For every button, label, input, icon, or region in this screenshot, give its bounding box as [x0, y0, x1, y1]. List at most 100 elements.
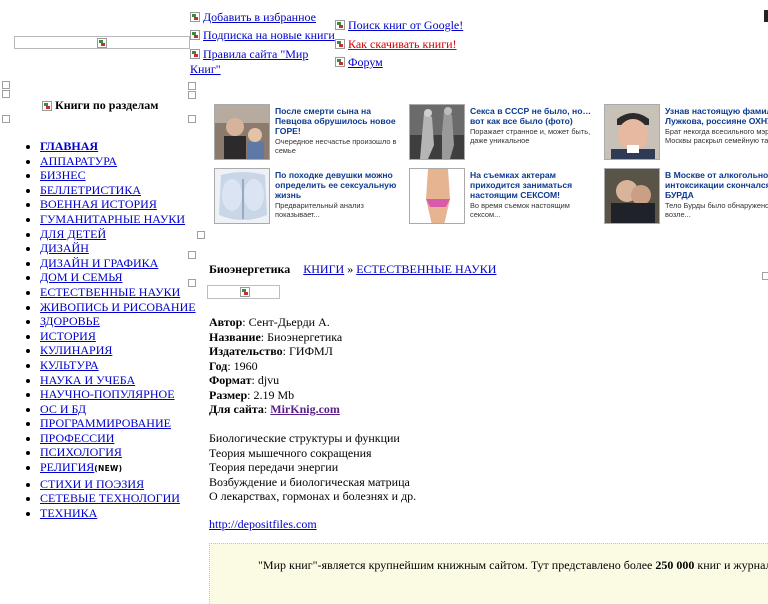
ad-headline[interactable]: В Москве от алкогольной интоксикации ско… [665, 170, 768, 200]
category-item: Наука и учеба [40, 373, 200, 388]
forum-link[interactable]: Форум [335, 55, 383, 69]
category-link[interactable]: Дизайн [40, 241, 89, 255]
category-item: Дизайн и графика [40, 256, 200, 271]
ad-thumbnail[interactable] [409, 168, 465, 224]
category-link[interactable]: Кулинария [40, 343, 112, 357]
google-icon [335, 20, 345, 30]
book-contents: Биологические структуры и функции Теория… [209, 431, 416, 504]
publisher-row: Издательство: ГИФМЛ [209, 344, 333, 358]
ad-thumbnail[interactable] [214, 104, 270, 160]
category-link[interactable]: Научно-популярное [40, 387, 175, 401]
category-item: Техника [40, 506, 200, 521]
ad-description: Во время съемок настоящим сексом... [470, 201, 570, 219]
spacer-image [2, 81, 10, 89]
breadcrumb-books-link[interactable]: КНИГИ [303, 262, 344, 276]
broken-image-icon [97, 38, 107, 48]
category-link[interactable]: Бизнес [40, 168, 86, 182]
category-item: Для детей [40, 227, 200, 242]
category-item: Психология [40, 445, 200, 460]
spacer-image [188, 91, 196, 99]
format-row: Формат: djvu [209, 373, 280, 387]
ad-item[interactable]: На съемках актерам приходится заниматься… [405, 164, 599, 226]
download-link[interactable]: http://depositfiles.com [209, 517, 317, 531]
ad-thumbnail[interactable] [604, 104, 660, 160]
category-item: Профессии [40, 431, 200, 446]
category-link[interactable]: Психология [40, 445, 122, 459]
ad-headline[interactable]: По походке девушки можно определить ее с… [275, 170, 405, 200]
broken-image-icon [240, 287, 250, 297]
category-link[interactable]: Религия [40, 460, 94, 474]
category-link[interactable]: Стихи и поэзия [40, 477, 144, 491]
rules-icon [190, 49, 200, 59]
category-link[interactable]: Аппаратура [40, 154, 117, 168]
ad-item[interactable]: Узнав настоящую фамилию Лужкова, россиян… [600, 100, 768, 162]
category-link[interactable]: Дизайн и графика [40, 256, 158, 270]
category-item: Сетевые технологии [40, 491, 200, 506]
breadcrumb-separator: » [347, 262, 354, 276]
spacer-image [2, 90, 10, 98]
category-link[interactable]: Программирование [40, 416, 171, 430]
ad-thumbnail[interactable] [604, 168, 660, 224]
subscribe-link[interactable]: Подписка на новые книги [190, 28, 335, 42]
category-link[interactable]: Гуманитарные науки [40, 212, 185, 226]
ad-description: Брат некогда всесильного мэра Москвы рас… [665, 127, 768, 145]
ad-item[interactable]: По походке девушки можно определить ее с… [210, 164, 404, 226]
mail-icon [190, 30, 200, 40]
ad-headline[interactable]: На съемках актерам приходится заниматься… [470, 170, 600, 200]
category-item: Аппаратура [40, 154, 200, 169]
category-item: Стихи и поэзия [40, 477, 200, 492]
category-link[interactable]: Профессии [40, 431, 114, 445]
ad-headline[interactable]: После смерти сына на Певцова обрушилось … [275, 106, 405, 136]
category-item: Религия(NEW) [40, 460, 200, 477]
site-link[interactable]: MirKnig.com [270, 402, 340, 416]
forum-icon [335, 57, 345, 67]
page-title: Биоэнергетика [209, 262, 291, 276]
spacer-image [188, 115, 196, 123]
how-to-download-link[interactable]: Как скачивать книги! [335, 37, 457, 51]
category-link[interactable]: Живопись и рисование [40, 300, 196, 314]
category-link[interactable]: Военная история [40, 197, 157, 211]
add-favorites-link[interactable]: Добавить в избранное [190, 10, 316, 24]
category-link[interactable]: Культура [40, 358, 99, 372]
category-link-home[interactable]: Главная [40, 139, 98, 153]
ad-thumbnail[interactable] [214, 168, 270, 224]
category-item: Здоровье [40, 314, 200, 329]
category-link[interactable]: Естественные науки [40, 285, 180, 299]
sidebar-title: Книги по разделам [42, 98, 158, 113]
category-link[interactable]: ОС и БД [40, 402, 86, 416]
search-input[interactable] [14, 36, 190, 49]
category-item: Культура [40, 358, 200, 373]
category-item: Кулинария [40, 343, 200, 358]
category-link[interactable]: Сетевые технологии [40, 491, 180, 505]
ad-item[interactable]: Секса в СССР не было, но… вот как все бы… [405, 100, 599, 162]
category-link[interactable]: Наука и учеба [40, 373, 135, 387]
ad-description: Поражает странное и, может быть, даже ун… [470, 127, 591, 145]
help-icon [335, 39, 345, 49]
contents-line: Возбуждение и биологическая матрица [209, 474, 410, 489]
category-item: ОС и БД [40, 402, 200, 417]
category-list: Главная Аппаратура Бизнес Беллетристика … [22, 139, 200, 520]
site-info-box: "Мир книг"-является крупнейшим книжным с… [209, 543, 768, 604]
ad-description: Предварительный анализ показывает... [275, 201, 364, 219]
book-cover-placeholder[interactable] [207, 285, 280, 299]
ad-item[interactable]: После смерти сына на Певцова обрушилось … [210, 100, 404, 162]
ad-headline[interactable]: Узнав настоящую фамилию Лужкова, россиян… [665, 106, 768, 126]
breadcrumb-category-link[interactable]: ЕСТЕСТВЕННЫЕ НАУКИ [356, 262, 496, 276]
title-row: Название: Биоэнергетика [209, 329, 343, 344]
site-info-text: "Мир книг"-является крупнейшим книжным с… [258, 558, 768, 572]
category-link[interactable]: Для детей [40, 227, 106, 241]
category-link[interactable]: Беллетристика [40, 183, 141, 197]
category-link[interactable]: Дом и семья [40, 270, 122, 284]
ad-item[interactable]: В Москве от алкогольной интоксикации ско… [600, 164, 768, 226]
ad-headline[interactable]: Секса в СССР не было, но… вот как все бы… [470, 106, 600, 126]
category-link[interactable]: Техника [40, 506, 97, 520]
site-rules-link[interactable]: Правила сайта "Мир Книг" [190, 47, 330, 77]
category-link[interactable]: Здоровье [40, 314, 100, 328]
spacer-image [2, 115, 10, 123]
spacer-image [188, 82, 196, 90]
ad-thumbnail[interactable] [409, 104, 465, 160]
category-item: Живопись и рисование [40, 300, 200, 315]
category-link[interactable]: История [40, 329, 96, 343]
google-search-link[interactable]: Поиск книг от Google! [335, 18, 463, 32]
contents-line: О лекарствах, гормонах и болезнях и др. [209, 489, 417, 503]
